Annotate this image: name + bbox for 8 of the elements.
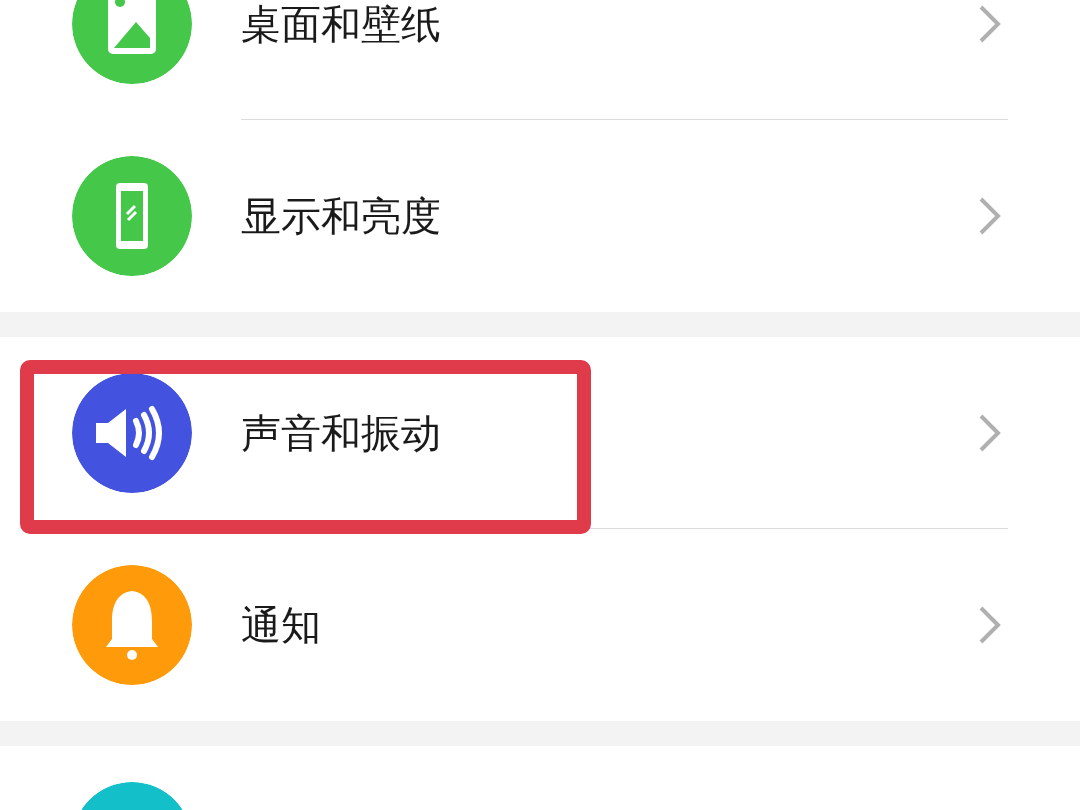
setting-label[interactable]: 通知 [241,601,978,649]
setting-label[interactable]: 桌面和壁纸 [241,0,978,48]
chevron-right-icon [978,196,1002,236]
chevron-right-icon [978,4,1002,44]
chevron-right-icon [978,413,1002,453]
chevron-right-icon [978,605,1002,645]
setting-label[interactable]: 声音和振动 [241,409,978,457]
setting-label[interactable]: 显示和亮度 [241,192,978,240]
